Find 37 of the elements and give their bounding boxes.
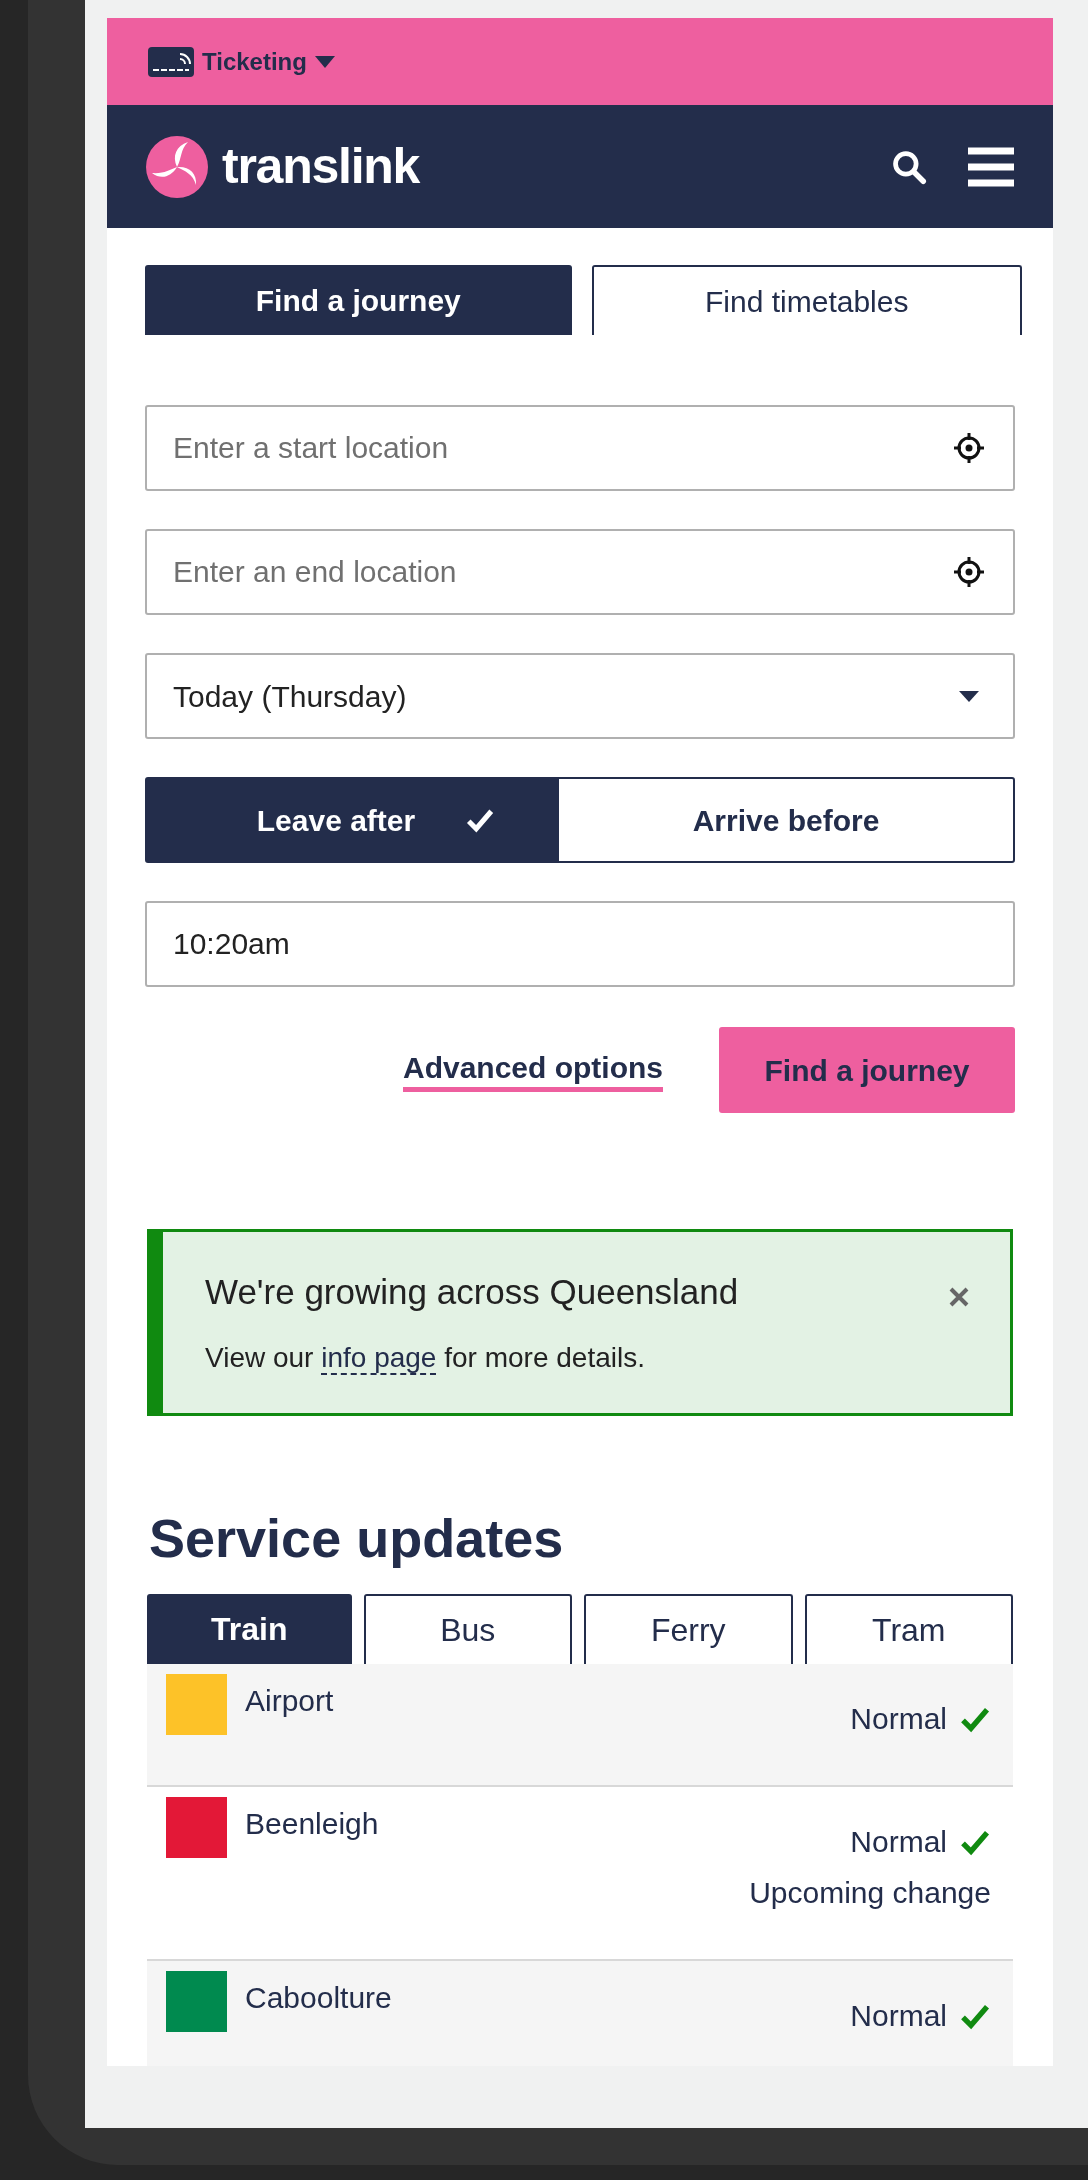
journey-tab[interactable]: Find a journey — [145, 265, 572, 335]
find-journey-button[interactable]: Find a journey — [719, 1027, 1015, 1113]
notice-text: View our info page for more details. — [205, 1340, 646, 1377]
mode-tab[interactable]: Train — [147, 1594, 352, 1664]
location-field[interactable]: Enter a start location — [145, 405, 1015, 491]
mode-tab[interactable]: Tram — [804, 1594, 1013, 1664]
ticketing-menu[interactable]: Ticketing — [148, 43, 335, 80]
line-name: Caboolture — [245, 1980, 393, 2016]
line-name: Airport — [245, 1683, 335, 1719]
location-field[interactable]: Enter an end location — [145, 529, 1015, 615]
line-name: Beenleigh — [245, 1806, 380, 1842]
location-target-icon[interactable] — [953, 556, 985, 588]
location-target-icon[interactable] — [953, 432, 985, 464]
card-icon — [148, 44, 194, 79]
brand-name: translink — [222, 137, 420, 196]
status-text: Normal — [850, 1701, 947, 1737]
day-select[interactable]: Today (Thursday) — [145, 653, 1015, 739]
mode-tab[interactable]: Bus — [363, 1594, 572, 1664]
mode-tab[interactable]: Ferry — [584, 1594, 793, 1664]
info-page-link[interactable]: info page — [321, 1341, 437, 1375]
advanced-options-link[interactable]: Advanced options — [402, 1048, 663, 1092]
mode-toggle-button[interactable]: Arrive before — [557, 777, 1015, 863]
caret-icon — [959, 690, 979, 702]
journey-tab[interactable]: Find timetables — [591, 265, 1022, 335]
line-row[interactable]: Caboolture Normal — [147, 1961, 1013, 2066]
status-note: Upcoming change — [749, 1875, 991, 1911]
time-field[interactable]: 10:20am — [145, 901, 1015, 987]
line-row[interactable]: Airport Normal — [147, 1664, 1013, 1787]
close-icon[interactable] — [948, 1286, 970, 1308]
status-text: Normal — [850, 1824, 947, 1860]
menu-icon[interactable] — [968, 146, 1014, 187]
notice-title: We're growing across Queensland — [205, 1271, 740, 1313]
mode-toggle-button[interactable]: Leave after — [145, 777, 557, 863]
caret-icon — [314, 55, 335, 68]
section-heading: Service updates — [148, 1507, 565, 1568]
status-text: Normal — [850, 1998, 947, 2034]
logo-icon[interactable] — [146, 135, 208, 198]
